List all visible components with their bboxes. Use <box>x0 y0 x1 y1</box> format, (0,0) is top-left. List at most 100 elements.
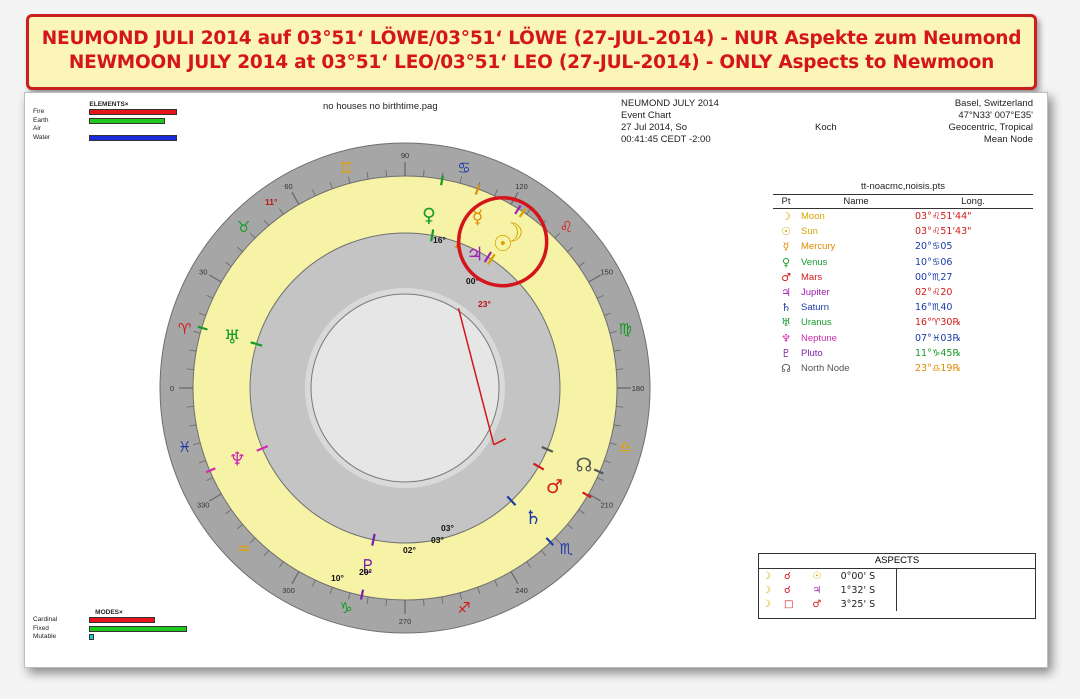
mode-bar <box>89 634 94 640</box>
zodiac-sign-icon: ♍ <box>619 320 632 338</box>
neptune-icon: ♆ <box>229 449 246 471</box>
planet-longitude: 10°♋06 <box>915 256 953 268</box>
pluto-degree-label: 11° <box>265 197 278 207</box>
planet-longitude: 07°♓03℞ <box>915 332 961 344</box>
planet-name: Jupiter <box>801 287 830 299</box>
planet-row-mercury: ☿ Mercury 20°♋05 <box>773 239 1033 254</box>
jupiter-degree-label: 02° <box>403 545 416 555</box>
planet-glyph-icon: ☉ <box>781 225 791 239</box>
degree-label: 150 <box>601 268 614 277</box>
planet-name: Mercury <box>801 241 836 253</box>
mode-bar <box>89 617 155 623</box>
planet-name: Saturn <box>801 302 829 314</box>
aspect-planet1-icon: ☽ <box>762 598 771 610</box>
aspect-symbol-icon: □ <box>784 598 794 610</box>
sun-icon: ☉ <box>493 232 513 257</box>
aspect-planet1-icon: ☽ <box>762 584 771 596</box>
col-long: Long. <box>913 194 1033 209</box>
planet-longitude: 16°♈30℞ <box>915 317 961 329</box>
aspects-panel: ASPECTS ☽ ☌ ☉ 0°00' S ☽ ☌ ♃ 1°32' S ☽ □ ♂ 3°25' S <box>758 553 1036 619</box>
planet-longitude: 16°♏40 <box>915 302 953 314</box>
place: Basel, Switzerland <box>954 98 1033 109</box>
planet-longitude: 23°♎19℞ <box>915 362 961 374</box>
aspect-orb: 0°00' S <box>840 570 876 582</box>
uranus-icon: ♅ <box>224 327 241 349</box>
planet-glyph-icon: ♆ <box>781 331 791 345</box>
element-label: Air <box>33 125 41 132</box>
venus-degree-label: 10° <box>331 573 344 583</box>
planet-row-north-node: ☊ North Node 23°♎19℞ <box>773 361 1033 376</box>
aspect-planet2-icon: ♃ <box>812 584 822 596</box>
zodiac-sign-icon: ♏ <box>559 540 573 558</box>
degree-label: 60 <box>284 182 292 191</box>
banner-line-english: NEWMOON JULY 2014 at 03°51‘ LEO/03°51‘ L… <box>68 52 995 73</box>
elements-title: ELEMENTS× <box>89 101 129 108</box>
planet-table-file: tt-noacmc,noisis.pts <box>861 181 945 192</box>
aspect-row: ☽ ☌ ☉ 0°00' S <box>759 569 897 583</box>
planet-longitude: 20°♋05 <box>915 241 953 253</box>
banner-line-german: NEUMOND JULI 2014 auf 03°51‘ LÖWE/03°51‘… <box>41 28 1022 49</box>
planet-name: Pluto <box>801 347 823 359</box>
planet-glyph-icon: ♅ <box>781 316 791 330</box>
node-degree-label: 23° <box>478 299 491 309</box>
planet-glyph-icon: ☽ <box>781 210 791 224</box>
aspect-planet2-icon: ☉ <box>812 570 822 582</box>
chart-name: NEUMOND JULY 2014 <box>621 98 719 109</box>
aspect-row: ☽ □ ♂ 3°25' S <box>759 597 897 611</box>
planet-row-jupiter: ♃ Jupiter 02°♌20 <box>773 285 1033 300</box>
mars-icon: ♂ <box>546 476 563 498</box>
planet-name: Uranus <box>801 317 832 329</box>
zodiac-type: Geocentric, Tropical <box>948 122 1033 133</box>
mode-label: Cardinal <box>33 616 58 623</box>
mode-label: Fixed <box>33 624 49 632</box>
planet-glyph-icon: ♂ <box>781 270 791 284</box>
moon-degree-label: 03° <box>431 535 444 545</box>
chart-wheel: 0 30 60 90 120 150 180 210 240 270 300 330 ♈ ♉ ♊ ♋ ♌ ♍ ♎ ♏ ♐… <box>159 142 651 634</box>
planet-name: Moon <box>801 211 825 223</box>
saturn-degree-label: 16° <box>433 235 446 245</box>
planet-name: North Node <box>801 362 850 374</box>
planet-longitude: 00°♏27 <box>915 271 953 283</box>
aspect-symbol-icon: ☌ <box>784 570 791 582</box>
mercury-degree-label: 20° <box>359 567 372 577</box>
degree-label: 120 <box>515 182 528 191</box>
planet-row-neptune: ♆ Neptune 07°♓03℞ <box>773 331 1033 346</box>
degree-label: 0 <box>170 384 174 393</box>
planet-glyph-icon: ♇ <box>781 346 791 360</box>
planet-row-mars: ♂ Mars 00°♏27 <box>773 270 1033 285</box>
planet-glyph-icon: ♃ <box>781 286 791 300</box>
zodiac-sign-icon: ♒ <box>237 540 250 558</box>
coordinates: 47°N33' 007°E35' <box>958 110 1033 121</box>
aspect-row: ☽ ☌ ♃ 1°32' S <box>759 583 897 597</box>
house-system: Koch <box>815 122 837 133</box>
element-label: Earth <box>33 116 49 124</box>
planet-glyph-icon: ☊ <box>781 361 791 375</box>
zodiac-sign-icon: ♐ <box>457 599 470 617</box>
planet-name: Venus <box>801 256 828 268</box>
planet-longitude: 02°♌20 <box>915 287 953 299</box>
planet-table-grid: Pt Name Long. ☽ Moon 03°♌51'44" ☉ Sun 03°♌51'… <box>773 194 1033 376</box>
zodiac-sign-icon: ♋ <box>457 159 470 177</box>
degree-label: 30 <box>199 268 207 277</box>
degree-label: 270 <box>399 617 412 626</box>
degree-label: 90 <box>401 151 409 160</box>
planet-longitude: 11°♑45℞ <box>915 347 961 359</box>
degree-label: 240 <box>515 586 528 595</box>
planet-longitude: 03°♌51'43" <box>915 226 972 238</box>
chart-file-title: no houses no birthtime.pag <box>323 101 438 112</box>
planet-row-venus: ♀ Venus 10°♋06 <box>773 255 1033 270</box>
zodiac-sign-icon: ♈ <box>178 320 191 338</box>
degree-label: 210 <box>601 501 614 510</box>
planet-row-moon: ☽ Moon 03°♌51'44" <box>773 209 1033 225</box>
title-banner: NEUMOND JULI 2014 auf 03°51‘ LÖWE/03°51‘… <box>26 14 1037 90</box>
planet-row-uranus: ♅ Uranus 16°♈30℞ <box>773 315 1033 330</box>
col-name: Name <box>799 194 913 209</box>
planet-name: Sun <box>801 226 818 238</box>
element-bar <box>89 117 165 124</box>
planet-name: Neptune <box>801 332 837 344</box>
saturn-icon: ♄ <box>525 507 542 529</box>
zodiac-sign-icon: ♎ <box>619 438 632 456</box>
zodiac-sign-icon: ♑ <box>339 599 352 617</box>
mode-label: Mutable <box>33 633 57 640</box>
zodiac-sign-icon: ♉ <box>237 218 250 236</box>
